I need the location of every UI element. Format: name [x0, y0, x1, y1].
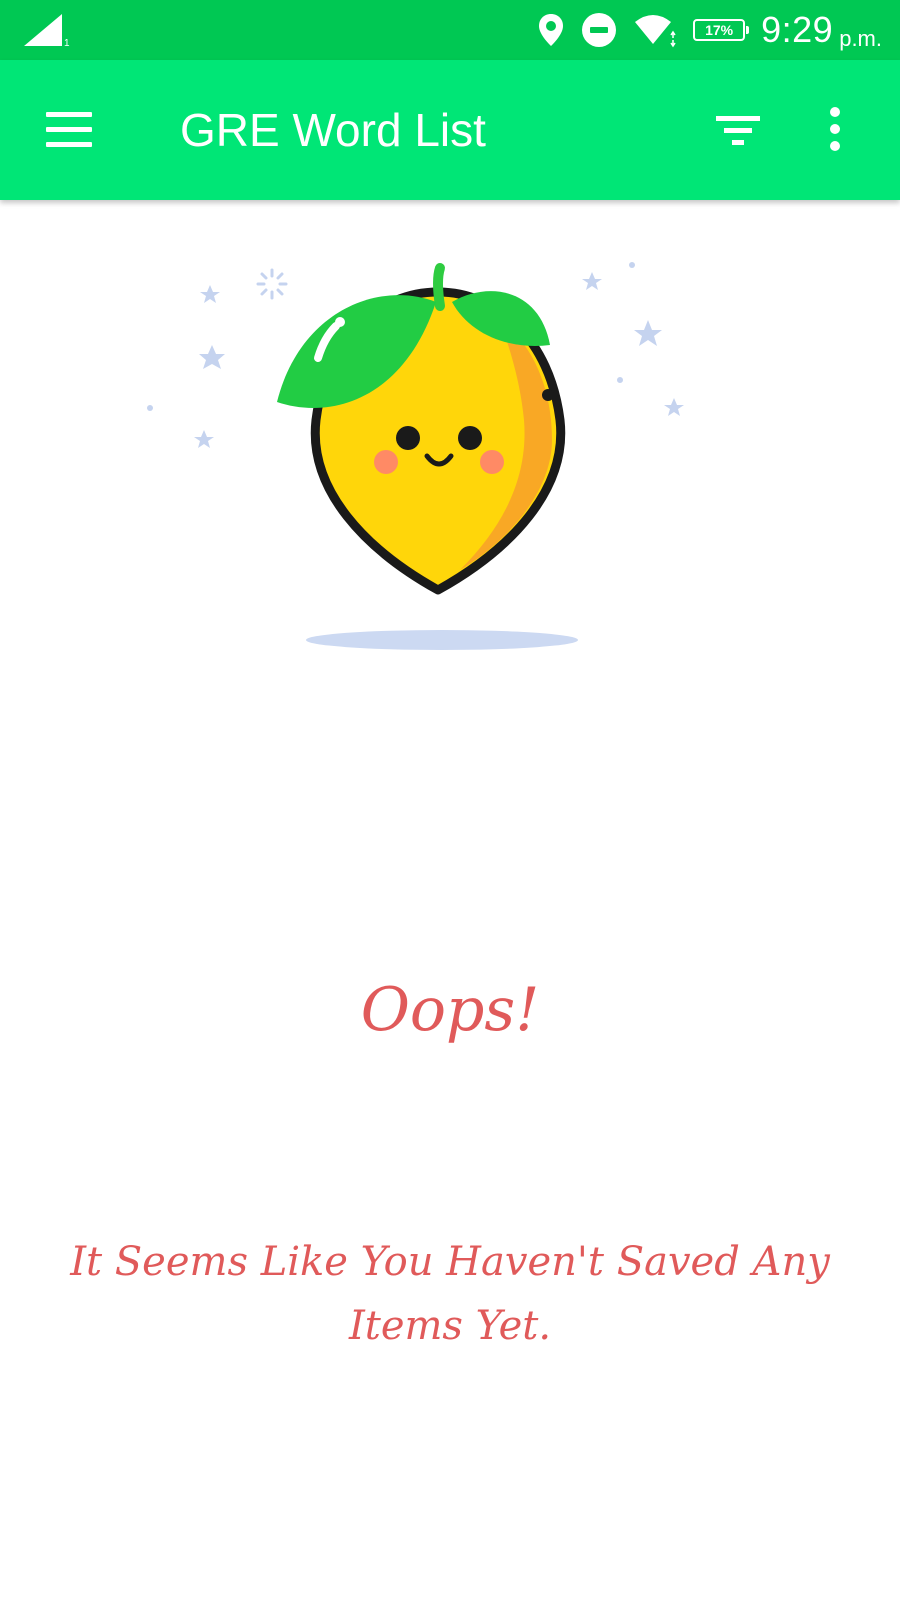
status-icons: 17% 9:29 p.m.: [521, 6, 882, 54]
filter-button[interactable]: [712, 106, 768, 156]
battery-percent: 17%: [705, 22, 734, 38]
more-vert-icon: [830, 107, 840, 151]
status-time: 9:29: [761, 9, 834, 50]
status-time-suffix: p.m.: [839, 26, 882, 51]
battery-icon: 17%: [693, 19, 750, 41]
app-bar: GRE Word List: [0, 60, 900, 200]
wifi-icon: [635, 15, 676, 48]
more-options-button[interactable]: [820, 102, 850, 158]
empty-state-message: It Seems Like You Haven't Saved Any Item…: [70, 1239, 830, 1349]
empty-state-heading: Oops!: [360, 975, 540, 1045]
menu-button[interactable]: [38, 102, 98, 158]
filter-icon: [716, 116, 760, 145]
empty-state: Oops! It Seems Like You Haven't Saved An…: [0, 200, 900, 1600]
status-bar: 1 17% 9:29 p.m.: [0, 0, 900, 60]
app-title: GRE Word List: [180, 104, 486, 156]
lemon-icon: [147, 262, 684, 650]
signal-icon: 1: [24, 14, 70, 48]
menu-icon: [46, 112, 92, 147]
location-icon: [539, 14, 564, 46]
do-not-disturb-icon: [582, 13, 617, 47]
svg-text:1: 1: [64, 38, 70, 48]
